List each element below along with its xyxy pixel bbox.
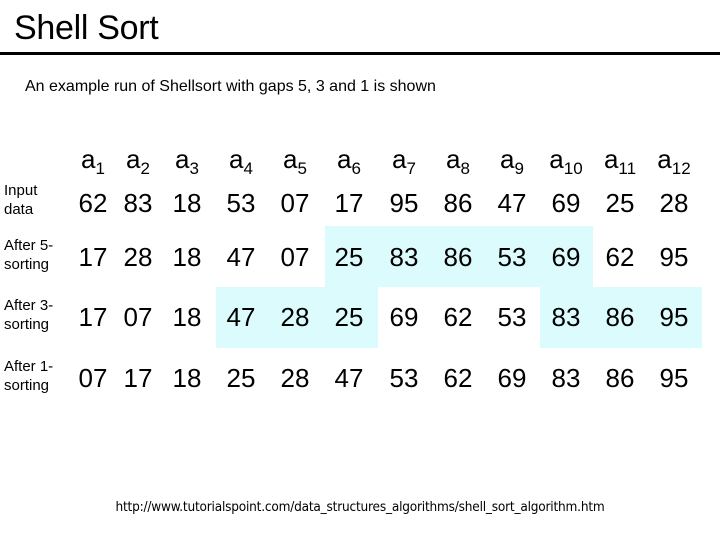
header-symbol: a — [337, 144, 352, 174]
cell-value: 83 — [123, 188, 153, 218]
row-label-line2: sorting — [4, 256, 50, 273]
header-symbol: a — [126, 144, 141, 174]
column-header-a10: a10 — [539, 142, 593, 178]
column-header-a5: a5 — [268, 142, 322, 178]
header-symbol: a — [81, 144, 96, 174]
cell-value: 25 — [605, 188, 635, 218]
cell-value: 18 — [172, 188, 202, 218]
cell-value: 28 — [280, 302, 310, 332]
header-symbol: a — [549, 144, 564, 174]
header-index: 10 — [563, 159, 583, 178]
column-header-a6: a6 — [322, 142, 376, 178]
column-header-a11: a11 — [593, 142, 647, 178]
cell-value: 86 — [443, 242, 473, 272]
header-index: 6 — [351, 159, 361, 178]
cell-value: 83 — [551, 363, 581, 393]
cell-value: 69 — [497, 363, 527, 393]
header-index: 2 — [140, 159, 150, 178]
row-label: After 1- sorting — [4, 357, 53, 395]
cell-value: 95 — [389, 188, 419, 218]
row-label-line2: sorting — [4, 316, 50, 333]
header-index: 8 — [460, 159, 470, 178]
cell-value: 18 — [172, 302, 202, 332]
cell-value: 83 — [551, 302, 581, 332]
cell-value: 18 — [172, 363, 202, 393]
source-url: http://www.tutorialspoint.com/data_struc… — [115, 499, 605, 515]
column-header-a12: a12 — [647, 142, 701, 178]
header-index: 11 — [618, 159, 637, 178]
cell-value: 47 — [226, 242, 256, 272]
cell-value: 53 — [226, 188, 256, 218]
cell-value: 28 — [280, 363, 310, 393]
cell-value: 28 — [123, 242, 153, 272]
header-symbol: a — [175, 144, 190, 174]
cell-value: 86 — [605, 302, 635, 332]
cell-value: 47 — [497, 188, 527, 218]
cell-value: 17 — [123, 363, 153, 393]
column-header-a3: a3 — [160, 142, 214, 178]
row-label: Input data — [4, 181, 37, 219]
header-index: 5 — [297, 159, 307, 178]
cell-value: 25 — [334, 302, 364, 332]
page-title: Shell Sort — [14, 9, 159, 47]
header-symbol: a — [446, 144, 461, 174]
row-label-line2: sorting — [4, 377, 50, 394]
cell-value: 62 — [605, 242, 635, 272]
row-label: After 3- sorting — [4, 296, 53, 334]
header-index: 12 — [671, 159, 691, 178]
column-header-a4: a4 — [214, 142, 268, 178]
cell-value: 17 — [334, 188, 364, 218]
cell-value: 95 — [659, 363, 689, 393]
cell-value: 86 — [443, 188, 473, 218]
cell-value: 07 — [280, 242, 310, 272]
header-symbol: a — [283, 144, 298, 174]
cell-value: 86 — [605, 363, 635, 393]
column-header-a8: a8 — [431, 142, 485, 178]
header-index: 4 — [243, 159, 253, 178]
cell-value: 62 — [443, 302, 473, 332]
cell-value: 69 — [389, 302, 419, 332]
header-symbol: a — [657, 144, 672, 174]
cell-value: 95 — [659, 302, 689, 332]
cell-value: 53 — [497, 302, 527, 332]
header-index: 7 — [406, 159, 416, 178]
cell-value: 25 — [226, 363, 256, 393]
cell-value: 83 — [389, 242, 419, 272]
cell-value: 69 — [551, 242, 581, 272]
header-symbol: a — [500, 144, 515, 174]
row-label-line1: After 3- — [4, 297, 54, 314]
cell-value: 95 — [659, 242, 689, 272]
header-index: 1 — [95, 159, 105, 178]
column-header-a2: a2 — [111, 142, 165, 178]
cell-value: 18 — [172, 242, 202, 272]
cell-value: 62 — [443, 363, 473, 393]
header-symbol: a — [392, 144, 407, 174]
cell-value: 47 — [226, 302, 256, 332]
cell-value: 53 — [497, 242, 527, 272]
cell-value: 69 — [551, 188, 581, 218]
cell-value: 07 — [123, 302, 153, 332]
row-label-line1: After 1- — [4, 358, 54, 375]
header-index: 9 — [514, 159, 524, 178]
cell-value: 28 — [659, 188, 689, 218]
cell-value: 47 — [334, 363, 364, 393]
column-header-a9: a9 — [485, 142, 539, 178]
cell-value: 53 — [389, 363, 419, 393]
cell-value: 07 — [280, 188, 310, 218]
row-label-line1: After 5- — [4, 237, 54, 254]
row-label: After 5- sorting — [4, 236, 53, 274]
row-label-line1: Input — [4, 182, 38, 199]
title-underline — [0, 52, 720, 55]
subtitle: An example run of Shellsort with gaps 5,… — [25, 78, 436, 95]
header-symbol: a — [229, 144, 244, 174]
header-index: 3 — [189, 159, 199, 178]
column-header-a7: a7 — [377, 142, 431, 178]
row-label-line2: data — [4, 201, 34, 218]
cell-value: 25 — [334, 242, 364, 272]
header-symbol: a — [603, 144, 619, 174]
